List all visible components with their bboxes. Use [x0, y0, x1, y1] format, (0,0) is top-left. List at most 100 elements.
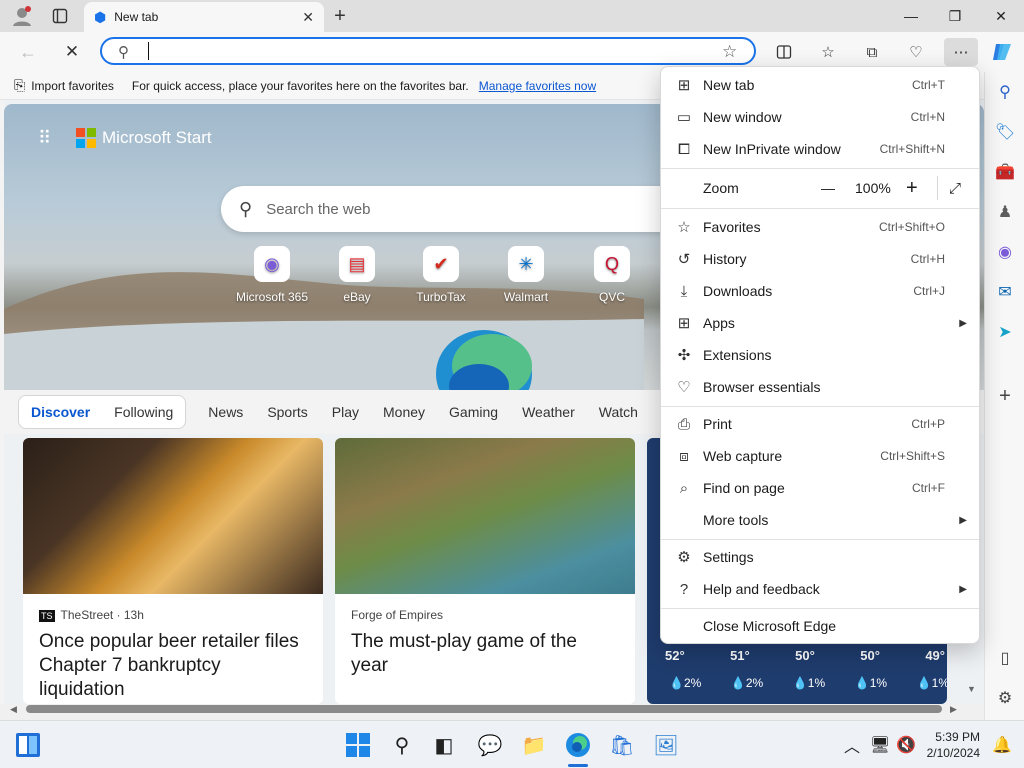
menu-close-edge[interactable]: Close Microsoft Edge: [661, 610, 979, 642]
feed-nav-watch[interactable]: Watch: [587, 396, 650, 428]
news-card-game[interactable]: Forge of Empires The must-play game of t…: [335, 438, 635, 704]
menu-apps[interactable]: ⊞ Apps ▶: [661, 307, 979, 339]
search-icon[interactable]: ⚲: [993, 80, 1017, 104]
outlook-icon[interactable]: ✉: [993, 280, 1017, 304]
menu-find-on-page[interactable]: ⌕ Find on page Ctrl+F: [661, 472, 979, 504]
menu-downloads[interactable]: ⤓ Downloads Ctrl+J: [661, 275, 979, 307]
thestreet-logo-icon: TS: [39, 610, 55, 622]
menu-favorites[interactable]: ☆ Favorites Ctrl+Shift+O: [661, 211, 979, 243]
widgets-icon[interactable]: [14, 731, 42, 759]
favorites-icon[interactable]: ☆: [816, 40, 840, 64]
close-tab-icon[interactable]: ✕: [302, 9, 314, 26]
quick-link-walmart[interactable]: ✳ Walmart: [486, 246, 566, 304]
menu-new-tab[interactable]: ⊞ New tab Ctrl+T: [661, 69, 979, 101]
menu-browser-essentials[interactable]: ♡ Browser essentials: [661, 371, 979, 403]
task-view-icon[interactable]: ◧: [430, 731, 458, 759]
settings-and-more-button[interactable]: ⋯: [944, 38, 978, 66]
new-tab-icon[interactable]: +: [328, 4, 352, 28]
scroll-down-icon[interactable]: ▼: [967, 684, 976, 694]
sidebar-settings-icon[interactable]: ⚙: [993, 686, 1017, 710]
menu-web-capture[interactable]: ⧈ Web capture Ctrl+Shift+S: [661, 440, 979, 472]
menu-label: Favorites: [703, 219, 761, 235]
clock[interactable]: 5:39 PM 2/10/2024: [918, 729, 980, 761]
import-favorites-button[interactable]: Import favorites: [31, 79, 114, 93]
menu-extensions[interactable]: ✣ Extensions: [661, 339, 979, 371]
start-windows-icon[interactable]: [344, 731, 372, 759]
precip-item: 💧2%: [669, 676, 702, 690]
precip: 1%: [807, 676, 826, 690]
menu-new-inprivate-window[interactable]: ⧠ New InPrivate window Ctrl+Shift+N: [661, 133, 979, 165]
tab-new-tab[interactable]: ⬢ New tab ✕: [84, 2, 324, 32]
feed-nav-play[interactable]: Play: [320, 396, 371, 428]
split-screen-icon[interactable]: [772, 40, 796, 64]
scrollbar-thumb[interactable]: [26, 705, 942, 713]
menu-settings[interactable]: ⚙ Settings: [661, 541, 979, 573]
active-app-indicator: [568, 764, 588, 767]
apps-launcher-icon[interactable]: ⠿: [38, 128, 51, 149]
full-screen-icon[interactable]: ⤢: [949, 180, 961, 197]
quick-link-microsoft-365[interactable]: ◉ Microsoft 365: [232, 246, 312, 304]
tab-following[interactable]: Following: [102, 396, 185, 428]
menu-more-tools[interactable]: More tools ▶: [661, 504, 979, 536]
shopping-tag-icon[interactable]: 🏷: [993, 120, 1017, 144]
address-bar[interactable]: ⚲ ☆: [100, 37, 756, 65]
games-icon[interactable]: ♟: [993, 200, 1017, 224]
search-icon[interactable]: ⚲: [388, 731, 416, 759]
notifications-icon[interactable]: 🔔: [988, 731, 1016, 759]
tab-actions-icon[interactable]: [48, 4, 72, 28]
menu-print[interactable]: ⎙ Print Ctrl+P: [661, 408, 979, 440]
quick-link-ebay[interactable]: ▤ eBay: [317, 246, 397, 304]
profile-icon[interactable]: [10, 4, 34, 28]
feed-nav-sports[interactable]: Sports: [255, 396, 319, 428]
menu-label: Downloads: [703, 283, 773, 299]
manage-favorites-link[interactable]: Manage favorites now: [479, 79, 596, 93]
volume-muted-icon[interactable]: 🔇: [892, 731, 920, 759]
microsoft-365-icon[interactable]: ◉: [993, 240, 1017, 264]
menu-history[interactable]: ↺ History Ctrl+H: [661, 243, 979, 275]
menu-separator: [661, 168, 979, 169]
weather-temps: 52° 51° 50° 50° 49°: [665, 648, 945, 663]
feed-nav-weather[interactable]: Weather: [510, 396, 587, 428]
drop-send-icon[interactable]: ➤: [993, 320, 1017, 344]
tab-discover[interactable]: Discover: [19, 396, 102, 428]
zoom-in-button[interactable]: +: [906, 177, 918, 200]
feed-nav-money[interactable]: Money: [371, 396, 437, 428]
minimize-button[interactable]: —: [888, 0, 934, 32]
card-source: Forge of Empires: [351, 608, 444, 622]
add-favorite-star-icon[interactable]: ☆: [722, 42, 737, 62]
web-capture-icon: ⧈: [679, 447, 689, 465]
stop-loading-icon[interactable]: ✕: [60, 40, 84, 64]
network-icon[interactable]: 🖥: [866, 731, 894, 759]
gear-icon: ⚙: [677, 549, 691, 566]
menu-new-window[interactable]: ▭ New window Ctrl+N: [661, 101, 979, 133]
file-explorer-icon[interactable]: 📁: [520, 731, 548, 759]
scroll-left-icon[interactable]: ◀: [10, 704, 17, 715]
quick-link-turbotax[interactable]: ✔ TurboTax: [401, 246, 481, 304]
news-card-beer[interactable]: TS TheStreet · 13h Once popular beer reta…: [23, 438, 323, 704]
web-search-box[interactable]: ⚲ Search the web: [221, 186, 701, 232]
precip: 1%: [931, 676, 947, 690]
teams-chat-icon[interactable]: 💬: [476, 731, 504, 759]
edge-browser-icon[interactable]: [564, 731, 592, 759]
restore-button[interactable]: ❐: [932, 0, 978, 32]
search-placeholder: Search the web: [266, 200, 371, 218]
copilot-icon[interactable]: [990, 40, 1014, 64]
back-icon[interactable]: ←: [16, 40, 40, 64]
zoom-out-button[interactable]: —: [821, 180, 835, 196]
quick-link-qvc[interactable]: Q QVC: [572, 246, 652, 304]
scroll-right-icon[interactable]: ▶: [950, 704, 957, 715]
microsoft-store-icon[interactable]: 🛍: [608, 731, 636, 759]
photos-icon[interactable]: 🖼: [652, 731, 680, 759]
tools-briefcase-icon[interactable]: 🧰: [993, 160, 1017, 184]
inprivate-icon: ⧠: [677, 140, 690, 158]
menu-label: Find on page: [703, 480, 785, 496]
hide-sidebar-icon[interactable]: ▯: [993, 646, 1017, 670]
feed-nav-gaming[interactable]: Gaming: [437, 396, 510, 428]
add-sidebar-app-icon[interactable]: +: [993, 384, 1017, 408]
show-hidden-icons-chevron-up-icon[interactable]: ︿: [838, 731, 866, 759]
menu-help-and-feedback[interactable]: ? Help and feedback ▶: [661, 573, 979, 605]
browser-essentials-icon[interactable]: ♡: [904, 40, 928, 64]
collections-icon[interactable]: ⧉: [860, 40, 884, 64]
feed-nav-news[interactable]: News: [196, 396, 255, 428]
close-window-button[interactable]: ✕: [978, 0, 1024, 32]
